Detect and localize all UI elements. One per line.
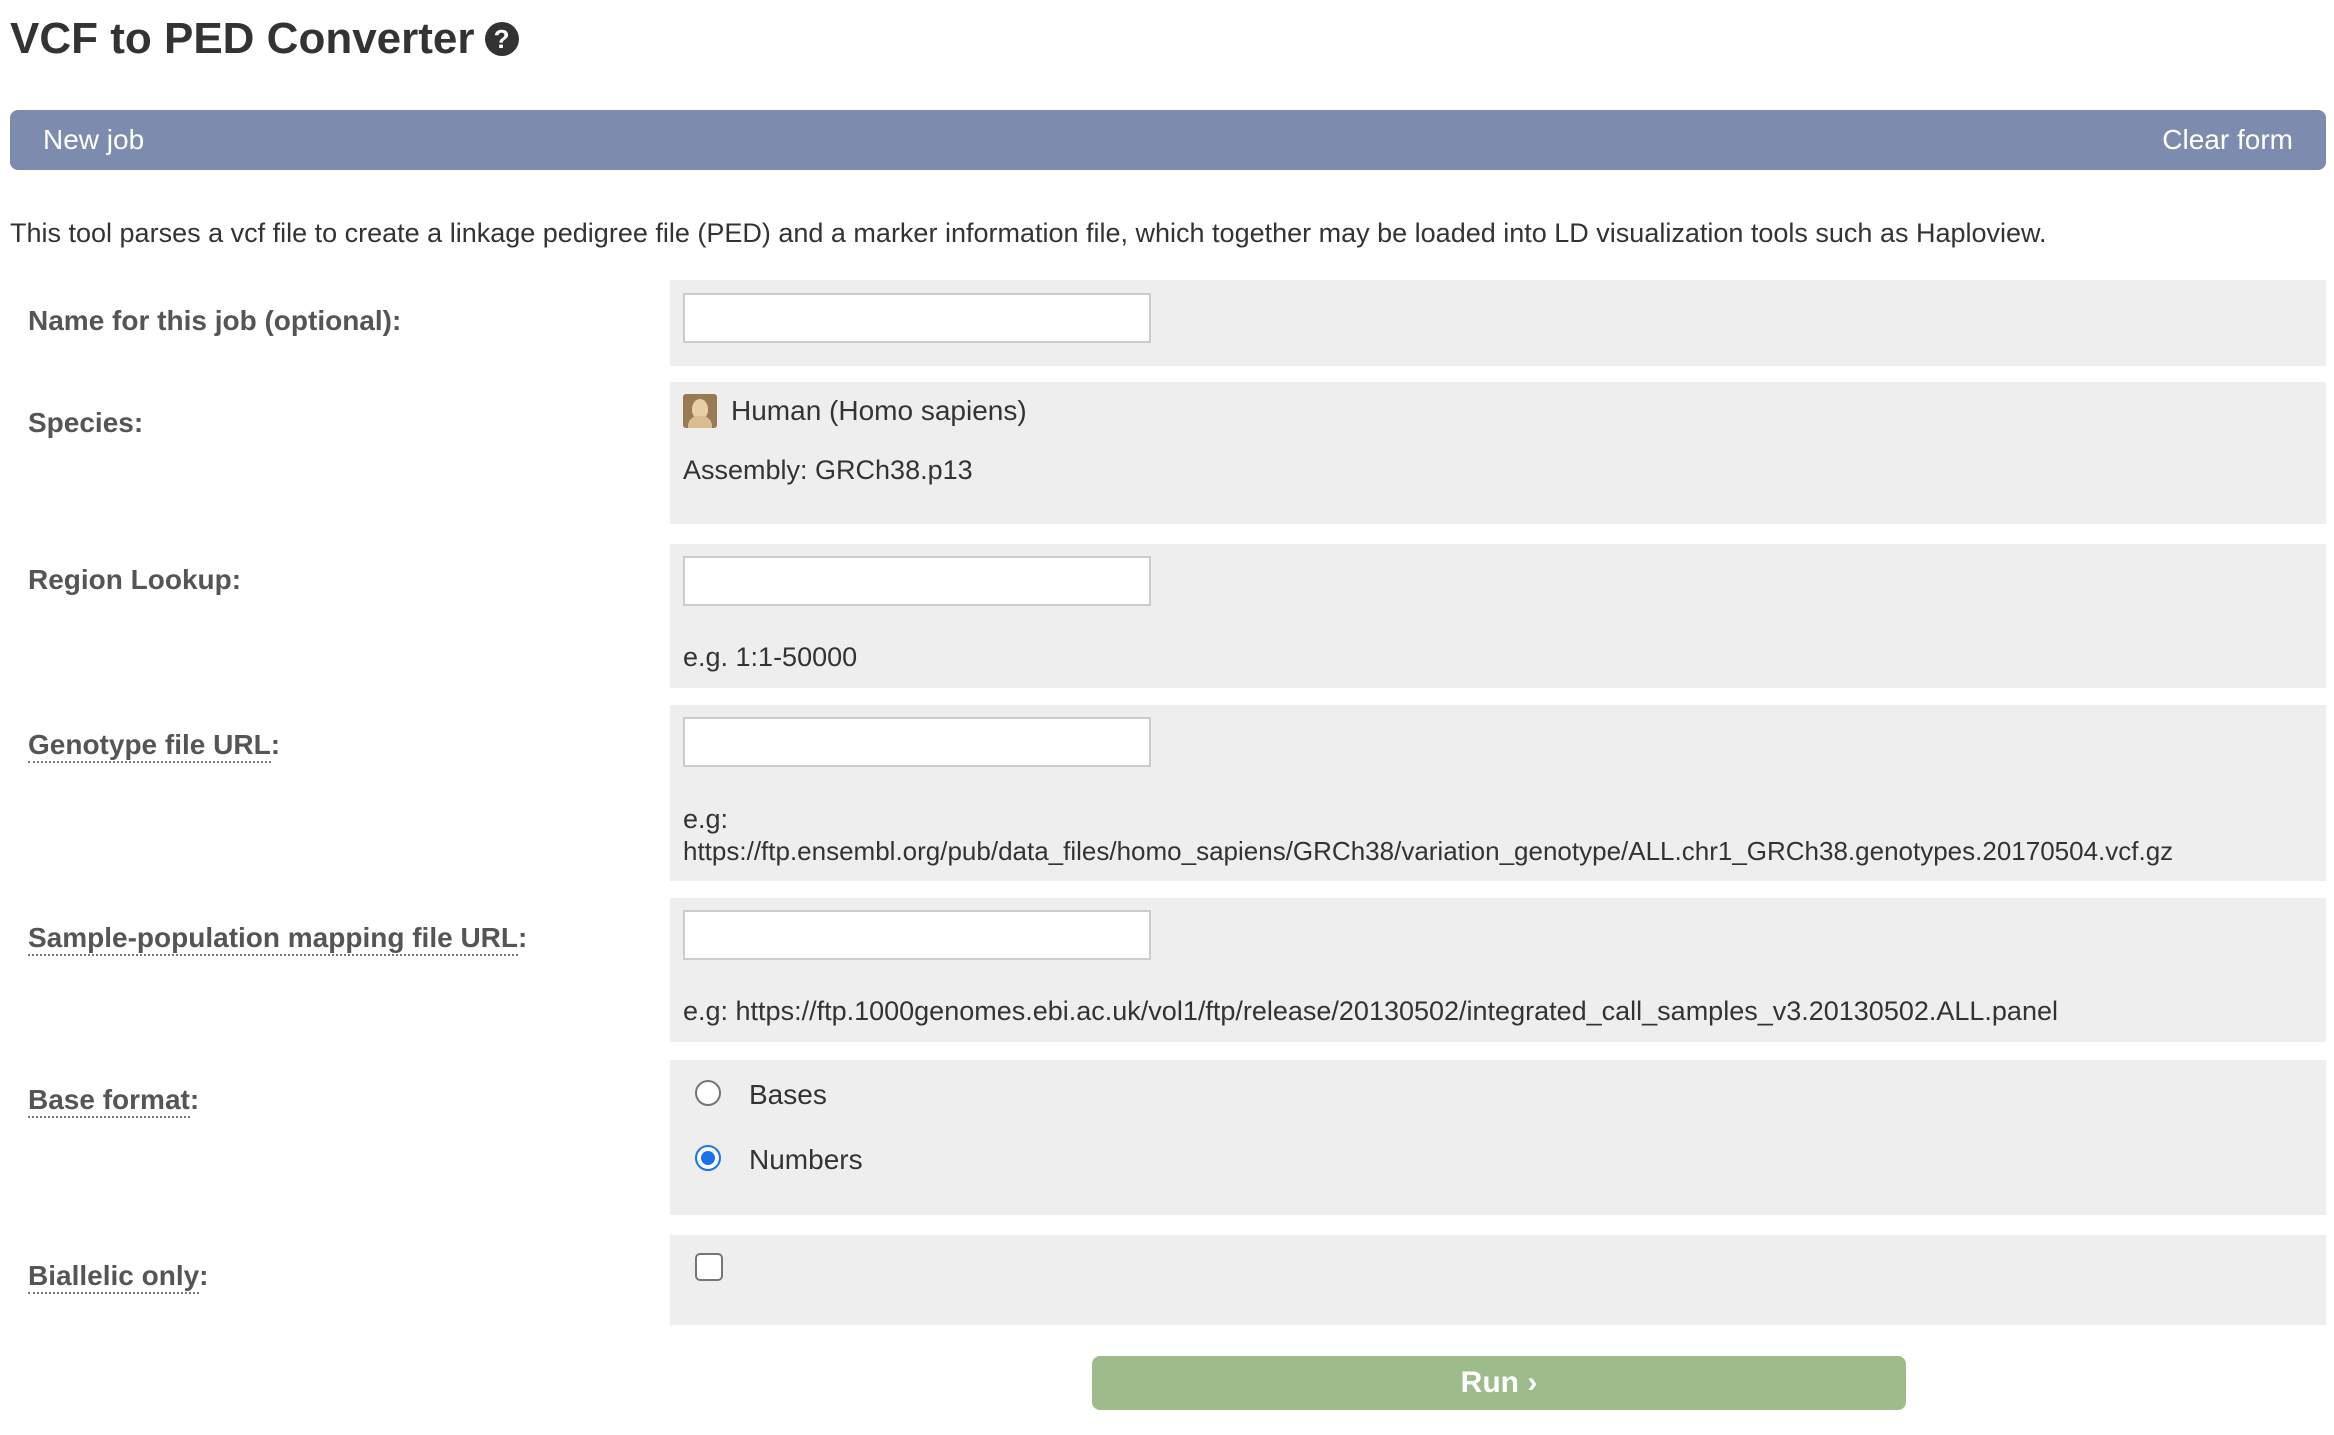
species-field-area: Human (Homo sapiens) Assembly: GRCh38.p1…: [670, 382, 2326, 524]
genotype-url-row: Genotype file URL: e.g: https://ftp.ense…: [10, 705, 2326, 881]
base-format-row: Base format: Bases Numbers: [10, 1060, 2326, 1215]
job-name-field-area: [670, 280, 2326, 366]
region-input[interactable]: [683, 556, 1151, 606]
job-navbar: New job Clear form: [10, 110, 2326, 170]
region-hint: e.g. 1:1-50000: [683, 642, 858, 672]
question-circle-icon[interactable]: ?: [484, 22, 519, 56]
numbers-radio[interactable]: [695, 1145, 721, 1171]
sample-population-hint: e.g: https://ftp.1000genomes.ebi.ac.uk/v…: [683, 996, 2058, 1026]
genotype-hint-url: https://ftp.ensembl.org/pub/data_files/h…: [683, 836, 2174, 866]
region-row: Region Lookup: e.g. 1:1-50000: [10, 544, 2326, 688]
species-name: Human (Homo sapiens): [731, 395, 1027, 426]
assembly-text: Assembly: GRCh38.p13: [683, 455, 973, 485]
genotype-url-field-area: e.g: https://ftp.ensembl.org/pub/data_fi…: [670, 705, 2326, 881]
bases-radio-label[interactable]: Bases: [749, 1079, 827, 1111]
job-name-label: Name for this job (optional):: [28, 305, 402, 336]
bases-radio[interactable]: [695, 1080, 721, 1106]
page-title-text: VCF to PED Converter: [10, 14, 475, 63]
sample-population-input[interactable]: [683, 910, 1151, 960]
clear-form-link[interactable]: Clear form: [2162, 110, 2293, 170]
biallelic-field-area: [670, 1235, 2326, 1325]
biallelic-row: Biallelic only:: [10, 1235, 2326, 1325]
genotype-hint-prefix: e.g:: [683, 804, 729, 834]
sample-population-field-area: e.g: https://ftp.1000genomes.ebi.ac.uk/v…: [670, 898, 2326, 1042]
base-format-label: Base format:: [28, 1084, 199, 1118]
genotype-url-label-text: Genotype file URL: [28, 729, 271, 763]
sample-population-row: Sample-population mapping file URL: e.g:…: [10, 898, 2326, 1042]
species-row: Species: Human (Homo sapiens) Assembly: …: [10, 382, 2326, 524]
base-format-label-text: Base format: [28, 1084, 190, 1118]
base-format-field-area: Bases Numbers: [670, 1060, 2326, 1215]
region-field-area: e.g. 1:1-50000: [670, 544, 2326, 688]
biallelic-label-text: Biallelic only: [28, 1260, 200, 1294]
job-name-row: Name for this job (optional):: [10, 280, 2326, 366]
new-job-link[interactable]: New job: [43, 110, 144, 170]
numbers-radio-label[interactable]: Numbers: [749, 1144, 863, 1176]
page-title: VCF to PED Converter ?: [10, 14, 519, 64]
sample-population-label: Sample-population mapping file URL:: [28, 922, 527, 956]
run-button[interactable]: Run ›: [1092, 1356, 1906, 1410]
tool-description: This tool parses a vcf file to create a …: [10, 218, 2047, 248]
biallelic-checkbox[interactable]: [695, 1253, 723, 1281]
species-label: Species:: [28, 407, 144, 438]
job-name-input[interactable]: [683, 293, 1151, 343]
region-label: Region Lookup:: [28, 564, 242, 595]
sample-population-label-text: Sample-population mapping file URL: [28, 922, 518, 956]
genotype-url-input[interactable]: [683, 717, 1151, 767]
biallelic-label: Biallelic only:: [28, 1260, 209, 1294]
human-species-icon: [683, 394, 717, 428]
genotype-url-label: Genotype file URL:: [28, 729, 280, 763]
